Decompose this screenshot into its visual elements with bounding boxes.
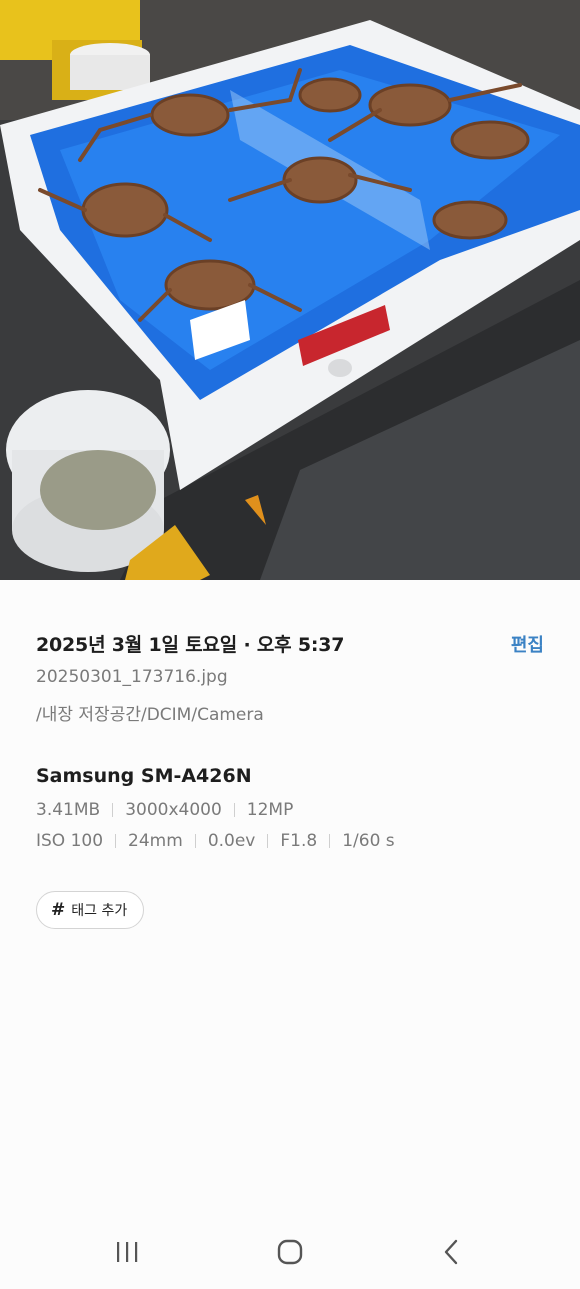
aperture: F1.8 (280, 831, 318, 851)
recent-apps-icon[interactable] (107, 1237, 147, 1267)
edit-button[interactable]: 편집 (511, 631, 544, 657)
divider (267, 834, 269, 848)
file-name: 20250301_173716.jpg (36, 667, 228, 687)
megapixels: 12MP (246, 800, 294, 820)
datetime-row: 2025년 3월 1일 토요일 · 오후 5:37 편집 (36, 630, 544, 657)
add-tag-label: 태그 추가 (71, 903, 128, 919)
photo-datetime: 2025년 3월 1일 토요일 · 오후 5:37 (36, 634, 345, 656)
file-meta-row: 3.41MB 3000x4000 12MP (36, 800, 293, 820)
shutter-speed: 1/60 s (342, 831, 395, 851)
crab-tank-photo (0, 0, 580, 580)
navigation-bar (0, 1215, 580, 1289)
focal-length: 24mm (128, 831, 183, 851)
back-icon[interactable] (432, 1237, 472, 1267)
divider (115, 834, 117, 848)
divider (233, 803, 235, 817)
divider (329, 834, 331, 848)
home-icon[interactable] (270, 1237, 310, 1267)
hash-icon: # (51, 900, 66, 920)
file-size: 3.41MB (36, 800, 101, 820)
exposure-meta-row: ISO 100 24mm 0.0ev F1.8 1/60 s (36, 831, 395, 851)
iso: ISO 100 (36, 831, 104, 851)
divider (194, 834, 196, 848)
photo-preview[interactable] (0, 0, 580, 580)
divider (112, 803, 114, 817)
camera-device: Samsung SM-A426N (36, 765, 252, 787)
add-tag-button[interactable]: # 태그 추가 (36, 891, 145, 929)
resolution: 3000x4000 (125, 800, 222, 820)
file-path: /내장 저장공간/DCIM/Camera (36, 705, 264, 725)
exposure-value: 0.0ev (207, 831, 256, 851)
